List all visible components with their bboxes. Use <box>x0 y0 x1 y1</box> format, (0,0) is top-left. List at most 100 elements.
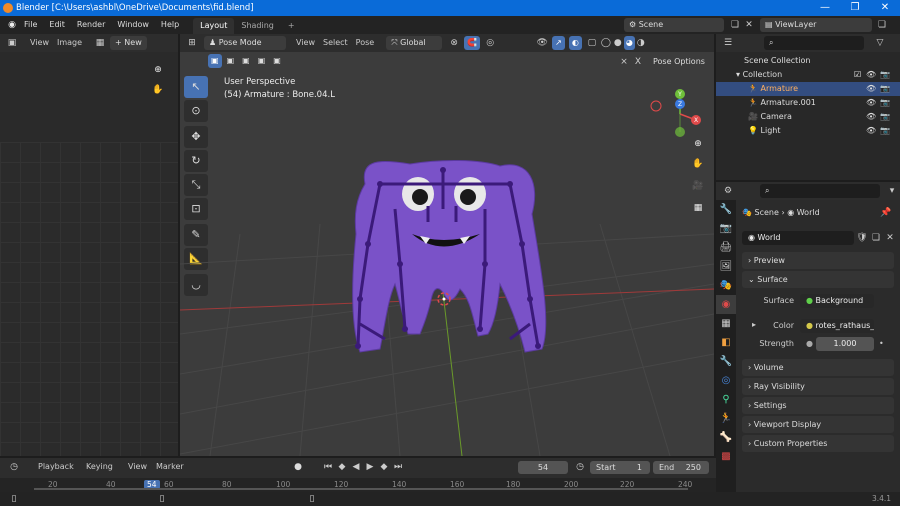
armature-001-eye-icon[interactable]: 👁 <box>866 96 876 110</box>
3d-viewport[interactable]: ⊞ ♟ Pose Mode View Select Pose ⤧ Global … <box>180 34 714 456</box>
jump-start-icon[interactable]: ⏮ <box>322 461 334 473</box>
add-workspace-button[interactable]: + <box>281 18 302 34</box>
timeline-editor-type-icon[interactable]: ◷ <box>8 461 20 473</box>
world-datablock-field[interactable]: ◉ World <box>742 231 854 245</box>
scene-collection-row[interactable]: Scene Collection <box>716 54 900 68</box>
new-image-button[interactable]: + New <box>110 36 147 50</box>
viewport-scene[interactable] <box>180 34 714 456</box>
collection-row[interactable]: ▾ Collection ☑ 👁 📷 <box>716 68 900 82</box>
new-scene-icon[interactable]: ❏ <box>729 19 741 31</box>
view-layer-selector[interactable]: ▤ ViewLayer <box>760 18 872 32</box>
collection-tab-icon[interactable]: ▦ <box>716 314 736 333</box>
camera-eye-icon[interactable]: 👁 <box>866 110 876 124</box>
ortho-toggle-icon[interactable]: ▦ <box>692 202 704 214</box>
delete-scene-icon[interactable]: ✕ <box>743 19 755 31</box>
marker-menu[interactable]: Marker <box>152 460 188 474</box>
tool-tab-icon[interactable]: 🔧 <box>716 200 736 219</box>
color-texture-field[interactable]: ● rotes_rathaus_... <box>800 319 874 333</box>
physics-tab-icon[interactable]: ◎ <box>716 371 736 390</box>
outliner-item-camera[interactable]: 🎥 Camera 👁 📷 <box>716 110 900 124</box>
close-button[interactable]: ✕ <box>870 0 900 16</box>
scene-selector[interactable]: ⚙ Scene <box>624 18 724 32</box>
viewport-pan-icon[interactable]: ✋ <box>692 158 704 170</box>
filter-icon[interactable]: ▽ <box>874 37 886 49</box>
jump-keyframe-forward-icon[interactable]: ◆ <box>378 461 390 473</box>
bone-tab-icon[interactable]: 🦴 <box>716 428 736 447</box>
current-frame-input[interactable]: 54 <box>518 461 568 474</box>
zoom-icon[interactable]: ⊕ <box>152 64 164 76</box>
outliner-editor-type-icon[interactable]: ☰ <box>722 37 734 49</box>
outliner-item-armature-001[interactable]: 🏃 Armature.001 👁 📷 <box>716 96 900 110</box>
maximize-button[interactable]: ❐ <box>840 0 870 16</box>
image-editor-grid[interactable] <box>0 142 178 456</box>
texture-tab-icon[interactable]: ▩ <box>716 447 736 466</box>
viewport-display-panel[interactable]: › Viewport Display <box>742 416 894 433</box>
start-frame-input[interactable]: Start 1 <box>590 461 650 474</box>
play-icon[interactable]: ▶ <box>364 461 376 473</box>
playback-menu[interactable]: Playback <box>34 460 78 474</box>
camera-view-icon[interactable]: 🎥 <box>692 180 704 192</box>
tab-layout[interactable]: Layout <box>193 18 235 34</box>
properties-options-icon[interactable]: ▾ <box>886 185 898 197</box>
menu-render[interactable]: Render <box>71 16 111 34</box>
menu-file[interactable]: File <box>18 16 43 34</box>
menu-edit[interactable]: Edit <box>43 16 71 34</box>
keying-menu[interactable]: Keying <box>82 460 117 474</box>
armature-eye-icon[interactable]: 👁 <box>866 82 876 96</box>
strength-input[interactable]: 1.000 <box>816 337 874 351</box>
pan-hand-icon[interactable]: ✋ <box>152 84 164 96</box>
play-reverse-icon[interactable]: ◀ <box>350 461 362 473</box>
ray-visibility-panel[interactable]: › Ray Visibility <box>742 378 894 395</box>
custom-properties-panel[interactable]: › Custom Properties <box>742 435 894 452</box>
menu-help[interactable]: Help <box>155 16 185 34</box>
settings-panel[interactable]: › Settings <box>742 397 894 414</box>
data-tab-icon[interactable]: 🏃 <box>716 409 736 428</box>
duplicate-world-icon[interactable]: ❏ <box>870 232 882 244</box>
tab-shading[interactable]: Shading <box>234 18 281 34</box>
properties-search-input[interactable]: ⌕ <box>760 184 880 198</box>
surface-shader-field[interactable]: ● Background <box>800 294 874 308</box>
pin-icon[interactable]: 📌 <box>880 207 892 219</box>
constraint-tab-icon[interactable]: ⚲ <box>716 390 736 409</box>
blender-menu-icon[interactable]: ◉ <box>6 19 18 31</box>
editor-type-icon[interactable]: ▣ <box>6 37 18 49</box>
armature-001-camera-icon[interactable]: 📷 <box>880 96 890 110</box>
image-browse-icon[interactable]: ▦ <box>94 37 106 49</box>
world-tab-icon[interactable]: ◉ <box>716 295 736 314</box>
object-tab-icon[interactable]: ◧ <box>716 333 736 352</box>
clock-icon[interactable]: ◷ <box>574 461 586 473</box>
collection-checkbox-icon[interactable]: ☑ <box>854 68 861 82</box>
new-view-layer-icon[interactable]: ❏ <box>876 19 888 31</box>
image-view-menu[interactable]: View <box>26 36 53 50</box>
light-eye-icon[interactable]: 👁 <box>866 124 876 138</box>
outliner-search-input[interactable]: ⌕ <box>764 36 864 50</box>
armature-camera-icon[interactable]: 📷 <box>880 82 890 96</box>
volume-panel[interactable]: › Volume <box>742 359 894 376</box>
viewport-zoom-icon[interactable]: ⊕ <box>692 138 704 150</box>
jump-end-icon[interactable]: ⏭ <box>392 461 404 473</box>
menu-window[interactable]: Window <box>111 16 155 34</box>
surface-panel[interactable]: ⌄ Surface <box>742 271 894 288</box>
fake-user-icon[interactable]: 🛡 <box>856 232 868 244</box>
output-tab-icon[interactable]: 🖨 <box>716 238 736 257</box>
timeline-view-menu[interactable]: View <box>124 460 151 474</box>
outliner-item-light[interactable]: 💡 Light 👁 📷 <box>716 124 900 138</box>
end-frame-input[interactable]: End 250 <box>653 461 709 474</box>
character-mesh[interactable] <box>352 160 547 353</box>
modifier-tab-icon[interactable]: 🔧 <box>716 352 736 371</box>
render-tab-icon[interactable]: 📷 <box>716 219 736 238</box>
timeline-scrollbar[interactable] <box>34 488 688 490</box>
outliner-item-armature[interactable]: 🏃 Armature 👁 📷 <box>716 82 900 96</box>
collection-camera-icon[interactable]: 📷 <box>880 68 890 82</box>
unlink-world-icon[interactable]: ✕ <box>884 232 896 244</box>
light-camera-icon[interactable]: 📷 <box>880 124 890 138</box>
collection-eye-icon[interactable]: 👁 <box>866 68 876 82</box>
properties-editor-type-icon[interactable]: ⚙ <box>722 185 734 197</box>
camera-camera-icon[interactable]: 📷 <box>880 110 890 124</box>
view-layer-tab-icon[interactable]: 🖼 <box>716 257 736 276</box>
preview-panel[interactable]: › Preview <box>742 252 894 269</box>
scene-tab-icon[interactable]: 🎭 <box>716 276 736 295</box>
image-menu[interactable]: Image <box>53 36 86 50</box>
minimize-button[interactable]: — <box>810 0 840 16</box>
keyframe-dot-icon[interactable]: • <box>879 337 884 351</box>
